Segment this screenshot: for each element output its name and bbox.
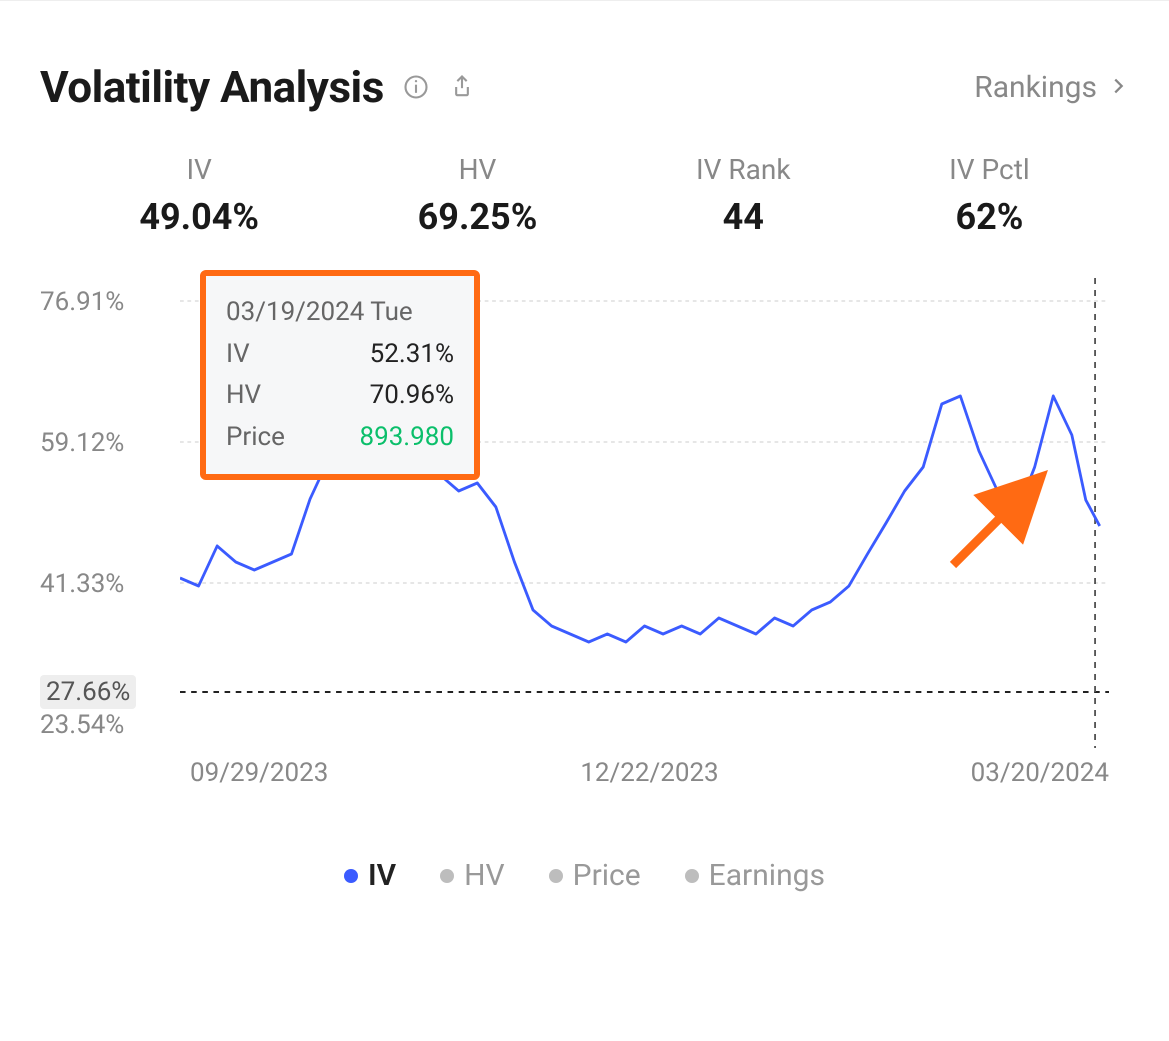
y-tick: 76.91% [40, 287, 124, 317]
volatility-analysis-panel: Volatility Analysis Rankings IV [0, 0, 1169, 1041]
chart-legend: IV HV Price Earnings [40, 858, 1129, 893]
tooltip-price-label: Price [226, 417, 285, 459]
tooltip-price-value: 893.980 [359, 417, 454, 459]
legend-dot-icon [549, 869, 563, 883]
y-tick: 23.54% [40, 710, 124, 740]
y-axis: 76.91% 59.12% 41.33% 27.66% 23.54% [40, 278, 170, 748]
stat-label: IV Pctl [949, 153, 1030, 186]
volatility-chart[interactable]: 76.91% 59.12% 41.33% 27.66% 23.54% 03/19… [40, 278, 1119, 808]
stat-value: 44 [723, 196, 764, 238]
legend-dot-icon [440, 869, 454, 883]
x-tick: 03/20/2024 [971, 758, 1109, 808]
title-group: Volatility Analysis [40, 61, 476, 113]
legend-price[interactable]: Price [549, 858, 641, 893]
stat-value: 49.04% [139, 196, 259, 238]
page-title: Volatility Analysis [40, 61, 384, 113]
info-icon[interactable] [402, 73, 430, 101]
stat-label: HV [459, 153, 497, 186]
stat-value: 69.25% [418, 196, 538, 238]
stat-hv[interactable]: HV 69.25% [418, 153, 538, 238]
chevron-right-icon [1107, 70, 1129, 105]
rankings-label: Rankings [974, 70, 1097, 105]
tooltip-iv-value: 52.31% [370, 334, 454, 376]
x-axis: 09/29/2023 12/22/2023 03/20/2024 [180, 748, 1109, 808]
legend-hv[interactable]: HV [440, 858, 505, 893]
legend-dot-icon [685, 869, 699, 883]
legend-label: IV [368, 858, 396, 893]
tooltip-hv-label: HV [226, 375, 261, 417]
tooltip-hv-value: 70.96% [370, 375, 454, 417]
legend-earnings[interactable]: Earnings [685, 858, 825, 893]
y-tick: 59.12% [40, 428, 124, 458]
legend-iv[interactable]: IV [344, 858, 396, 893]
rankings-link[interactable]: Rankings [974, 70, 1129, 105]
annotation-arrow-icon [942, 466, 1052, 576]
plot-area: 03/19/2024 Tue IV 52.31% HV 70.96% Price… [180, 278, 1109, 748]
stat-value: 62% [955, 196, 1023, 238]
x-tick: 09/29/2023 [190, 758, 328, 808]
share-icon[interactable] [448, 73, 476, 101]
chart-tooltip: 03/19/2024 Tue IV 52.31% HV 70.96% Price… [200, 270, 480, 480]
y-tick: 41.33% [40, 569, 124, 599]
legend-label: HV [464, 858, 505, 893]
legend-label: Earnings [709, 858, 825, 893]
tooltip-date: 03/19/2024 Tue [226, 292, 454, 334]
stats-row: IV 49.04% HV 69.25% IV Rank 44 IV Pctl 6… [60, 153, 1109, 238]
stat-iv-pctl[interactable]: IV Pctl 62% [949, 153, 1030, 238]
legend-dot-icon [344, 869, 358, 883]
panel-header: Volatility Analysis Rankings [40, 61, 1129, 113]
stat-label: IV [186, 153, 211, 186]
x-tick: 12/22/2023 [580, 758, 718, 808]
tooltip-iv-label: IV [226, 334, 250, 376]
stat-iv-rank[interactable]: IV Rank 44 [696, 153, 791, 238]
y-tick-highlight: 27.66% [40, 675, 136, 709]
stat-iv[interactable]: IV 49.04% [139, 153, 259, 238]
legend-label: Price [573, 858, 641, 893]
stat-label: IV Rank [696, 153, 791, 186]
